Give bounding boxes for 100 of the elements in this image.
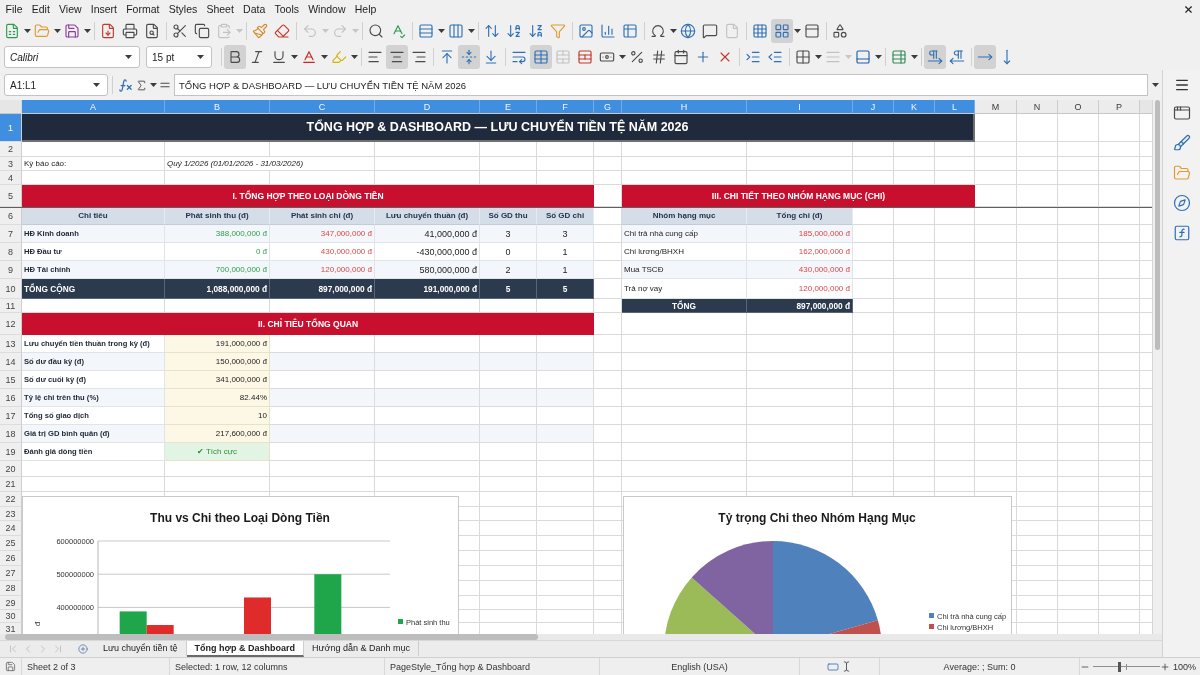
sheet-tab[interactable]: Tổng hợp & Dashboard [186, 641, 304, 657]
banknote-icon[interactable] [599, 49, 615, 65]
compass-icon[interactable] [1172, 194, 1191, 212]
table-cell [537, 425, 594, 443]
table-cell [480, 389, 537, 407]
caret-icon[interactable] [196, 55, 204, 59]
column-header[interactable]: P [1099, 100, 1140, 114]
caret-icon[interactable] [92, 83, 100, 87]
table-icon[interactable] [622, 23, 638, 39]
caret-icon[interactable] [793, 29, 801, 33]
save-icon[interactable] [64, 23, 80, 39]
align-middle-button[interactable] [458, 45, 480, 69]
calendar-icon[interactable] [673, 49, 689, 65]
speech-bubble-icon[interactable] [702, 23, 718, 39]
caret-icon[interactable] [350, 55, 358, 59]
axis-title: đ [33, 621, 42, 627]
merge-center-button[interactable] [530, 45, 552, 69]
column-header[interactable]: M [975, 100, 1017, 114]
indent-decrease-icon[interactable] [767, 49, 783, 65]
section-banner: I. TỔNG HỢP THEO LOẠI DÒNG TIỀN [22, 185, 594, 207]
scissors-icon[interactable] [172, 23, 188, 39]
table-cell: 185,000,000 đ [747, 225, 853, 243]
column-header[interactable]: O [1058, 100, 1099, 114]
window-icon[interactable] [1172, 104, 1191, 122]
caret-icon[interactable] [437, 29, 445, 33]
caret-icon[interactable] [23, 29, 31, 33]
font-color-icon[interactable] [301, 49, 317, 65]
bottom-border-icon[interactable] [855, 49, 871, 65]
align-center-icon [389, 49, 405, 65]
caret-icon[interactable] [618, 55, 626, 59]
grid-icon[interactable] [752, 23, 768, 39]
table-icon [533, 49, 549, 65]
eraser-icon[interactable] [274, 23, 290, 39]
menu-item[interactable]: Styles [164, 0, 202, 18]
menu-item[interactable]: Tools [269, 0, 304, 18]
name-box[interactable]: A1:L1 [4, 74, 108, 96]
sort-descending-icon[interactable] [528, 23, 544, 39]
borders-icon[interactable] [795, 49, 811, 65]
caret-icon[interactable] [669, 29, 677, 33]
sort-ascending-icon[interactable] [506, 23, 522, 39]
chart-title: Tỷ trọng Chi theo Nhóm Hạng Mục [718, 511, 916, 525]
font-size-field[interactable]: 15 pt [146, 46, 212, 68]
column-header[interactable]: N [1017, 100, 1058, 114]
function-icon[interactable] [117, 77, 133, 93]
horizontal-scrollbar[interactable] [0, 634, 1162, 640]
vertical-scrollbar[interactable] [1152, 100, 1162, 634]
caret-icon[interactable] [320, 55, 328, 59]
freeze-button[interactable] [771, 19, 793, 43]
text-cursor-icon[interactable] [841, 661, 852, 672]
caret-icon[interactable] [467, 29, 475, 33]
menu-item[interactable]: View [54, 0, 87, 18]
globe-icon[interactable] [680, 23, 696, 39]
paintbrush-icon[interactable] [252, 23, 268, 39]
menu-item[interactable]: Edit [27, 0, 55, 18]
table-cell: 700,000,000 đ [165, 261, 270, 279]
menu-item[interactable]: Sheet [201, 0, 239, 18]
sort-icon[interactable] [484, 23, 500, 39]
plus-icon[interactable] [695, 49, 711, 65]
percent-icon[interactable] [629, 49, 645, 65]
brush-icon[interactable] [1172, 134, 1191, 152]
search-icon[interactable] [368, 23, 384, 39]
plus-icon[interactable] [1160, 661, 1170, 672]
align-center-button[interactable] [386, 45, 408, 69]
menu-item[interactable]: Format [121, 0, 165, 18]
caret-icon[interactable] [290, 55, 298, 59]
caret-icon[interactable] [874, 55, 882, 59]
copy-icon[interactable] [194, 23, 210, 39]
shapes-icon[interactable] [832, 23, 848, 39]
caret-icon[interactable] [149, 83, 157, 87]
caret-icon[interactable] [124, 55, 132, 59]
caret-icon[interactable] [83, 29, 91, 33]
menu-item[interactable]: Data [238, 0, 270, 18]
menu-item[interactable]: File [1, 0, 28, 18]
menu-icon[interactable] [1173, 77, 1190, 93]
caret-icon[interactable] [53, 29, 61, 33]
left-to-right-button[interactable] [924, 45, 946, 69]
spellcheck-icon[interactable] [390, 23, 406, 39]
split-cells-icon[interactable] [577, 49, 593, 65]
slider-thumb[interactable] [1118, 661, 1122, 672]
indent-increase-icon[interactable] [745, 49, 761, 65]
function-icon[interactable] [1172, 224, 1191, 242]
font-name-field[interactable]: Calibri [4, 46, 140, 68]
omega-icon[interactable] [650, 23, 666, 39]
caret-icon[interactable] [814, 55, 822, 59]
save-icon[interactable] [5, 661, 16, 672]
bar-chart-icon[interactable] [600, 23, 616, 39]
printer-icon[interactable] [122, 23, 138, 39]
menu-item[interactable]: Insert [86, 0, 122, 18]
menu-item[interactable]: Help [350, 0, 381, 18]
file-download-icon[interactable] [100, 23, 116, 39]
bold-button[interactable] [224, 45, 246, 69]
number-sign-icon[interactable] [651, 49, 667, 65]
caret-icon[interactable] [1151, 83, 1159, 87]
window-panel-icon[interactable] [804, 23, 820, 39]
image-icon[interactable] [578, 23, 594, 39]
file-search-icon[interactable] [144, 23, 160, 39]
caret-icon[interactable] [910, 55, 918, 59]
menu-item[interactable]: Window [303, 0, 351, 18]
close-icon[interactable] [1183, 3, 1194, 15]
formula-input[interactable]: TỔNG HỢP & DASHBOARD — LƯU CHUYỂN TIỀN TỆ NĂM 2026 [174, 74, 1148, 96]
